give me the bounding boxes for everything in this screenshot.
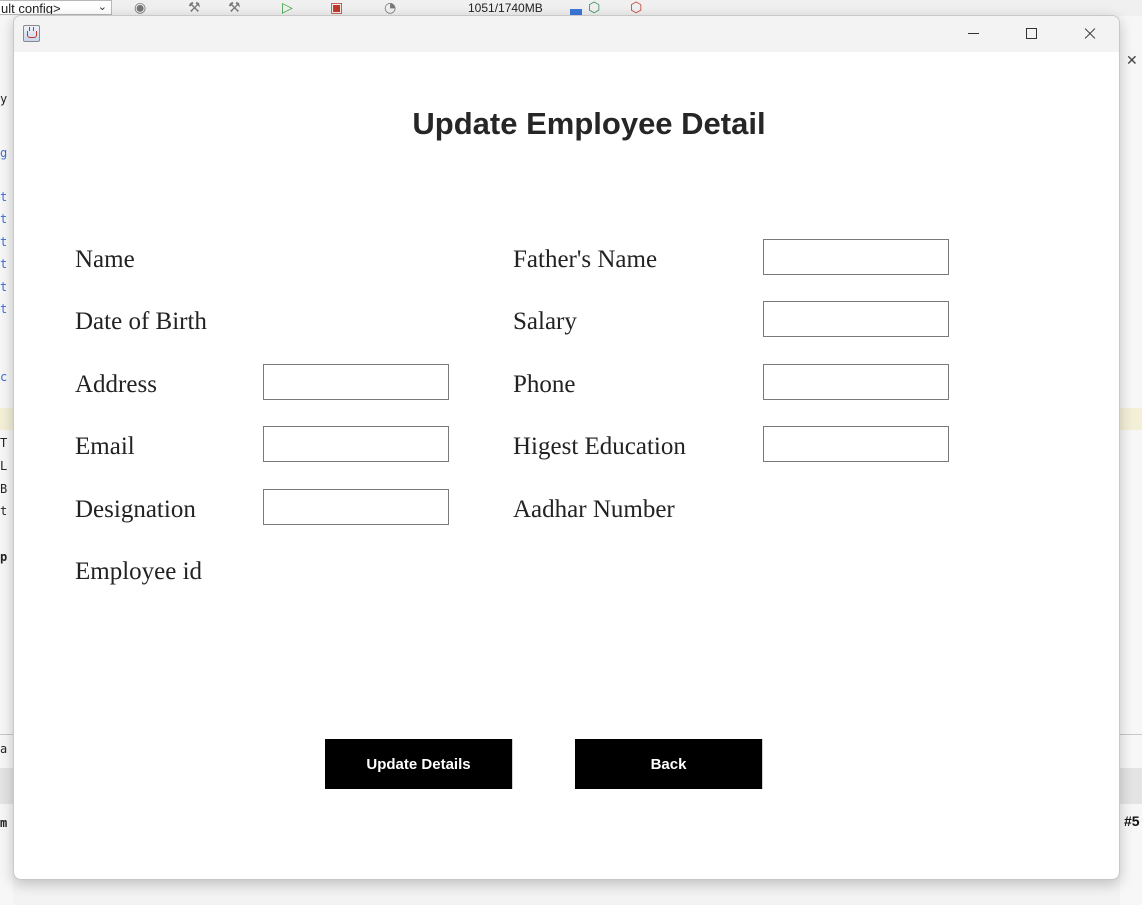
code-fragment: y [0, 92, 8, 106]
gc-alt-icon[interactable]: ⬡ [630, 1, 642, 15]
ide-toolbar: ult config> ⌄ ◉ ⚒ ⚒ ▷ ▣ ◔ 1051/1740MB ⬡ … [0, 0, 1142, 16]
fathers-name-input[interactable] [763, 239, 949, 275]
address-input[interactable] [263, 364, 449, 400]
run-config-label: ult config> [1, 1, 61, 15]
code-fragment: t [0, 257, 8, 271]
memory-indicator[interactable]: 1051/1740MB [468, 2, 543, 14]
designation-input[interactable] [263, 489, 449, 525]
java-cup-shape [27, 31, 37, 38]
salary-input[interactable] [763, 301, 949, 337]
code-fragment: L [0, 459, 8, 473]
name-label: Name [75, 246, 135, 273]
ide-editor-edge: y g t t t t t t c T L B t p a m [0, 16, 13, 905]
run-config-dropdown[interactable]: ult config> ⌄ [0, 0, 112, 15]
current-line-highlight [0, 408, 13, 430]
run-icon[interactable]: ▷ [282, 1, 293, 15]
code-fragment: t [0, 302, 8, 316]
java-app-icon [23, 25, 40, 42]
education-input[interactable] [763, 426, 949, 462]
output-tabs-bar [1120, 768, 1142, 804]
debug-icon[interactable]: ▣ [330, 1, 343, 15]
code-fragment: t [0, 212, 8, 226]
fathers-name-label: Father's Name [513, 246, 658, 273]
phone-input[interactable] [763, 364, 949, 400]
update-employee-window: Update Employee Detail Name Date of Birt… [13, 15, 1120, 880]
close-tab-icon[interactable]: ✕ [1126, 53, 1138, 69]
code-fragment: g [0, 146, 8, 160]
panel-divider [0, 734, 13, 735]
employee-id-label: Employee id [75, 558, 203, 585]
email-input[interactable] [263, 426, 449, 462]
email-label: Email [75, 433, 135, 460]
current-line-highlight [1120, 408, 1142, 430]
code-fragment: p [0, 550, 8, 564]
profile-icon[interactable]: ◔ [384, 1, 396, 15]
code-fragment: c [0, 370, 8, 384]
page-title: Update Employee Detail [412, 106, 766, 141]
code-fragment: t [0, 190, 8, 204]
update-details-button[interactable]: Update Details [325, 739, 513, 789]
status-tag: #5 [1124, 813, 1140, 829]
close-button[interactable] [1060, 16, 1118, 52]
gc-icon[interactable]: ⬡ [588, 1, 600, 15]
designation-label: Designation [75, 496, 196, 523]
code-fragment: t [0, 280, 8, 294]
maximize-button[interactable] [1002, 16, 1060, 52]
minimize-button[interactable] [944, 16, 1002, 52]
code-fragment: B [0, 482, 8, 496]
back-button[interactable]: Back [575, 739, 763, 789]
phone-label: Phone [513, 371, 576, 398]
code-fragment: a [0, 742, 8, 756]
hammer-icon[interactable]: ⚒ [188, 1, 201, 15]
code-fragment: t [0, 235, 8, 249]
globe-icon[interactable]: ◉ [134, 1, 146, 15]
code-fragment: T [0, 436, 8, 450]
code-fragment: t [0, 504, 8, 518]
title-bar[interactable] [14, 16, 1119, 52]
salary-label: Salary [513, 308, 577, 335]
code-fragment: m [0, 816, 8, 830]
panel-divider [1120, 734, 1142, 735]
clean-build-icon[interactable]: ⚒ [228, 1, 241, 15]
aadhar-label: Aadhar Number [513, 496, 675, 523]
ide-right-edge: ✕ #5 [1120, 16, 1142, 905]
address-label: Address [75, 371, 157, 398]
chevron-down-icon: ⌄ [97, 1, 107, 13]
dob-label: Date of Birth [75, 308, 207, 335]
education-label: Higest Education [513, 433, 686, 460]
output-tabs-bar [0, 768, 13, 804]
